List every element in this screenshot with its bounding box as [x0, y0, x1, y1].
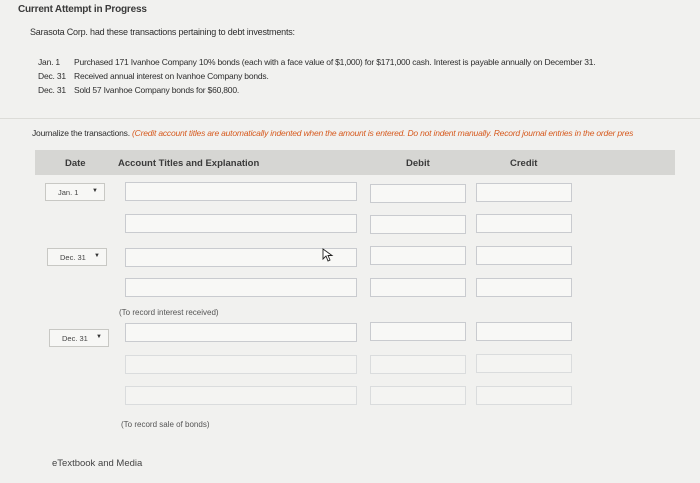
- transaction-row: Dec. 31 Received annual interest on Ivanh…: [38, 71, 269, 81]
- triangle-down-icon: ▼: [94, 253, 100, 259]
- instructions: Journalize the transactions. (Credit acc…: [32, 128, 700, 138]
- col-date-header: Date: [65, 158, 86, 169]
- triangle-down-icon: ▼: [92, 188, 98, 194]
- entry-memo: (To record interest received): [119, 308, 219, 317]
- entry-memo: (To record sale of bonds): [121, 420, 210, 429]
- transaction-date: Dec. 31: [38, 71, 66, 81]
- credit-input[interactable]: [476, 354, 572, 373]
- instructions-note: (Credit account titles are automatically…: [132, 128, 634, 138]
- col-debit-header: Debit: [406, 158, 430, 169]
- credit-input[interactable]: [476, 322, 572, 341]
- credit-input[interactable]: [476, 183, 572, 202]
- credit-input[interactable]: [476, 214, 572, 233]
- transaction-text: Sold 57 Ivanhoe Company bonds for $60,80…: [74, 85, 240, 95]
- transaction-date: Jan. 1: [38, 57, 60, 67]
- divider: [0, 118, 700, 119]
- debit-input[interactable]: [370, 184, 466, 203]
- col-account-header: Account Titles and Explanation: [118, 158, 260, 169]
- debit-input[interactable]: [370, 386, 466, 405]
- account-title-input[interactable]: [125, 386, 357, 405]
- instructions-lead: Journalize the transactions.: [32, 128, 130, 138]
- debit-input[interactable]: [370, 322, 466, 341]
- account-title-input[interactable]: [125, 278, 357, 297]
- credit-input[interactable]: [476, 386, 572, 405]
- attempt-status: Current Attempt in Progress: [18, 4, 147, 15]
- mouse-pointer-icon: [322, 248, 334, 262]
- date-select-value: Dec. 31: [62, 334, 88, 343]
- debit-input[interactable]: [370, 278, 466, 297]
- account-title-input[interactable]: [125, 214, 357, 233]
- debit-input[interactable]: [370, 215, 466, 234]
- account-title-input[interactable]: [125, 182, 357, 201]
- transaction-date: Dec. 31: [38, 85, 66, 95]
- credit-input[interactable]: [476, 278, 572, 297]
- date-select-value: Jan. 1: [58, 188, 79, 197]
- date-select-value: Dec. 31: [60, 253, 86, 262]
- transaction-row: Dec. 31 Sold 57 Ivanhoe Company bonds for…: [38, 85, 239, 95]
- transaction-text: Received annual interest on Ivanhoe Comp…: [74, 71, 269, 81]
- col-credit-header: Credit: [510, 158, 538, 169]
- credit-input[interactable]: [476, 246, 572, 265]
- account-title-input[interactable]: [125, 323, 357, 342]
- triangle-down-icon: ▼: [96, 334, 102, 340]
- journal-header: Date Account Titles and Explanation Debi…: [35, 150, 675, 175]
- date-select[interactable]: Jan. 1 ▼: [45, 183, 105, 201]
- transaction-row: Jan. 1 Purchased 171 Ivanhoe Company 10% …: [38, 57, 596, 67]
- debit-input[interactable]: [370, 355, 466, 374]
- etextbook-link[interactable]: eTextbook and Media: [52, 458, 142, 469]
- problem-intro: Sarasota Corp. had these transactions pe…: [30, 27, 295, 37]
- debit-input[interactable]: [370, 246, 466, 265]
- account-title-input[interactable]: [125, 355, 357, 374]
- date-select[interactable]: Dec. 31 ▼: [49, 329, 109, 347]
- date-select[interactable]: Dec. 31 ▼: [47, 248, 107, 266]
- transaction-text: Purchased 171 Ivanhoe Company 10% bonds …: [74, 57, 596, 67]
